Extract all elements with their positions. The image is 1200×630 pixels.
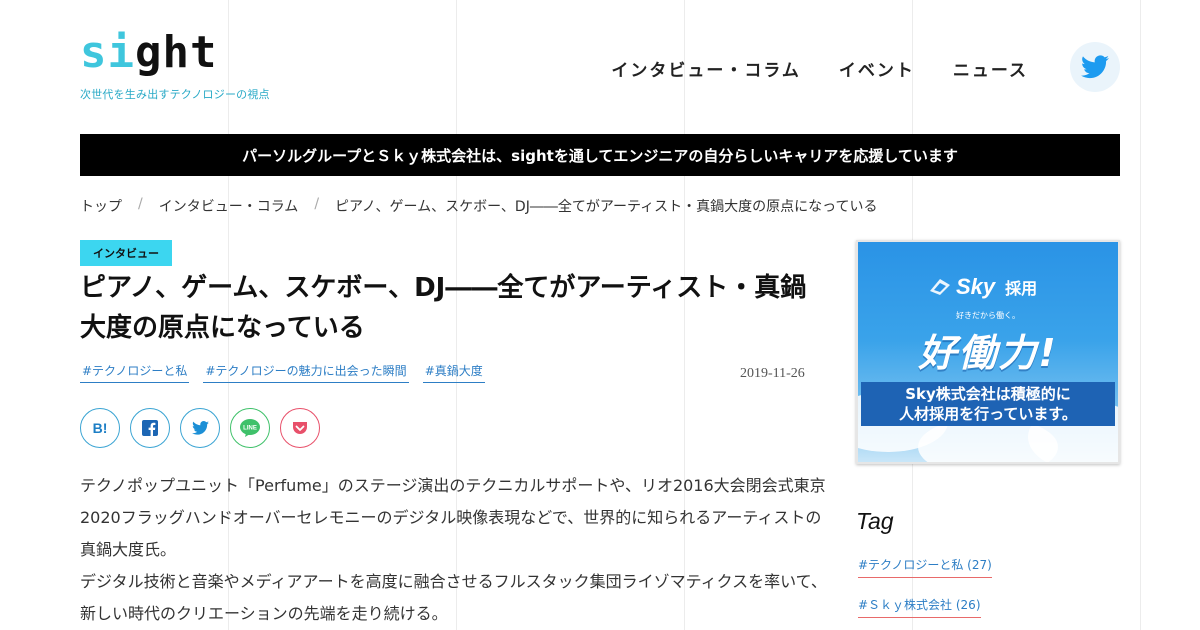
pocket-icon — [293, 421, 307, 434]
breadcrumb-top[interactable]: トップ — [80, 196, 122, 216]
article-title: ピアノ、ゲーム、スケボー、DJ――全てがアーティスト・真鍋大度の原点になっている — [80, 273, 807, 343]
nav-item-event[interactable]: イベント — [839, 56, 915, 81]
sponsor-banner[interactable]: パーソルグループとＳｋｙ株式会社は、sightを通してエンジニアの自分らしいキャ… — [80, 134, 1120, 176]
publish-date: 2019-11-26 — [740, 366, 805, 381]
article-paragraph: テクノポップユニット「Perfume」のステージ演出のテクニカルサポートや、リオ… — [80, 476, 826, 559]
nav-item-news[interactable]: ニュース — [953, 56, 1028, 81]
breadcrumb-separator: / — [314, 196, 320, 212]
ad-headline: 好働力! — [918, 331, 1058, 375]
sky-logo-icon — [930, 279, 950, 295]
category-badge[interactable]: インタビュー — [80, 240, 172, 266]
ad-message: Sky株式会社は積極的に 人材採用を行っています。 — [861, 382, 1115, 426]
share-facebook-button[interactable] — [130, 408, 170, 448]
main-nav: インタビュー・コラム イベント ニュース — [611, 56, 1028, 81]
twitter-icon — [1081, 55, 1109, 79]
page: sight 次世代を生み出すテクノロジーの視点 インタビュー・コラム イベント … — [0, 0, 1200, 630]
logo-tagline: 次世代を生み出すテクノロジーの視点 — [80, 88, 270, 101]
sky-recruit-ad[interactable]: Sky 採用 好きだから働く。 好働力! Sky株式会社は積極的に 人材採用を行っ… — [856, 240, 1120, 464]
breadcrumb-interview-column[interactable]: インタビュー・コラム — [159, 196, 299, 216]
twitter-icon — [191, 421, 209, 435]
tag-section-heading: Tag — [856, 508, 894, 534]
sidebar-tag-link[interactable]: #テクノロジーと私 (27) — [858, 556, 992, 578]
sponsor-banner-text: パーソルグループとＳｋｙ株式会社は、sightを通してエンジニアの自分らしいキャ… — [242, 146, 958, 165]
share-hatena-button[interactable]: B! — [80, 408, 120, 448]
share-twitter-button[interactable] — [180, 408, 220, 448]
tag-link[interactable]: #テクノロジーの魅力に出会った瞬間 — [203, 362, 409, 383]
facebook-icon — [142, 420, 158, 436]
header-twitter-button[interactable] — [1070, 42, 1120, 92]
breadcrumb: トップ / インタビュー・コラム / ピアノ、ゲーム、スケボー、DJ――全てがア… — [80, 196, 877, 216]
svg-text:LINE: LINE — [243, 426, 257, 432]
ad-brand: Sky 採用 — [928, 274, 1037, 300]
site-logo[interactable]: sight 次世代を生み出すテクノロジーの視点 — [80, 28, 270, 102]
article-tags: #テクノロジーと私 #テクノロジーの魅力に出会った瞬間 #真鍋大度 — [80, 362, 485, 383]
hatena-bookmark-icon: B! — [92, 420, 108, 436]
tag-link[interactable]: #真鍋大度 — [422, 362, 485, 383]
breadcrumb-current: ピアノ、ゲーム、スケボー、DJ――全てがアーティスト・真鍋大度の原点になっている — [335, 199, 878, 215]
nav-item-interview-column[interactable]: インタビュー・コラム — [611, 56, 801, 81]
article-paragraph: デジタル技術と音楽やメディアアートを高度に融合させるフルスタック集団ライゾマティ… — [80, 572, 827, 623]
tag-link[interactable]: #テクノロジーと私 — [80, 362, 190, 383]
sidebar-tag-link[interactable]: #Ｓｋｙ株式会社 (26) — [858, 596, 981, 618]
share-line-button[interactable]: LINE — [230, 408, 270, 448]
line-icon: LINE — [240, 419, 260, 437]
ad-subcopy: 好きだから働く。 — [956, 311, 1020, 320]
share-pocket-button[interactable] — [280, 408, 320, 448]
article-body: テクノポップユニット「Perfume」のステージ演出のテクニカルサポートや、リオ… — [80, 470, 828, 630]
breadcrumb-separator: / — [138, 196, 143, 212]
logo-mark: sight — [80, 27, 218, 78]
share-buttons: B! LINE — [80, 408, 320, 448]
